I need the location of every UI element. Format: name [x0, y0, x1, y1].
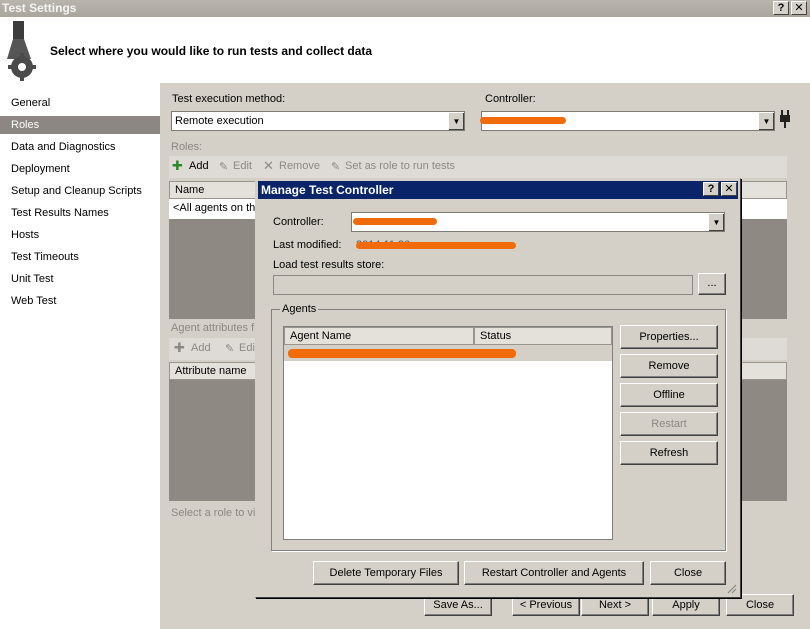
- controller-label: Controller:: [485, 93, 536, 105]
- dialog-help-button[interactable]: ?: [703, 182, 719, 196]
- refresh-button[interactable]: Refresh: [620, 441, 718, 465]
- manage-test-controller-dialog: Manage Test Controller ? ✕ Controller: ▼…: [255, 178, 741, 598]
- plug-icon[interactable]: [779, 110, 791, 128]
- sidebar-item-test-timeouts[interactable]: Test Timeouts: [0, 248, 160, 266]
- sidebar-item-deployment[interactable]: Deployment: [0, 160, 160, 178]
- exec-method-label: Test execution method:: [172, 93, 286, 105]
- edit-icon: ✎: [219, 161, 229, 173]
- sidebar-item-general[interactable]: General: [0, 94, 160, 112]
- browse-button[interactable]: ...: [698, 273, 726, 295]
- roles-label: Roles:: [171, 141, 203, 153]
- chevron-down-icon[interactable]: ▼: [448, 112, 464, 130]
- sidebar-item-test-results-names[interactable]: Test Results Names: [0, 204, 160, 222]
- sidebar-item-hosts[interactable]: Hosts: [0, 226, 160, 244]
- last-modified-label: Last modified:: [273, 239, 342, 251]
- dialog-controller-label: Controller:: [273, 216, 324, 228]
- sidebar-item-data-and-diagnostics[interactable]: Data and Diagnostics: [0, 138, 160, 156]
- table-row[interactable]: <All agents on th: [173, 202, 255, 214]
- roles-toolbar: ✚ Add ✎ Edit ✕ Remove ✎ Set as role to r…: [169, 156, 787, 178]
- test-settings-icon: [7, 21, 36, 81]
- sidebar-item-web-test[interactable]: Web Test: [0, 292, 160, 310]
- attr-edit-button[interactable]: Edi: [239, 342, 255, 354]
- edit-icon: ✎: [225, 343, 235, 355]
- redaction-mark: [480, 117, 566, 124]
- sidebar-item-roles[interactable]: Roles: [0, 116, 160, 134]
- add-icon: ✚: [174, 340, 185, 355]
- dialog-title: Manage Test Controller: [258, 181, 738, 199]
- properties-button[interactable]: Properties...: [620, 325, 718, 349]
- load-store-label: Load test results store:: [273, 259, 385, 271]
- redaction-mark: [356, 242, 516, 249]
- sidebar-item-setup-cleanup-scripts[interactable]: Setup and Cleanup Scripts: [0, 182, 160, 200]
- restart-controller-agents-button[interactable]: Restart Controller and Agents: [464, 561, 644, 585]
- chevron-down-icon[interactable]: ▼: [708, 213, 724, 231]
- dialog-close-icon[interactable]: ✕: [721, 182, 737, 196]
- add-icon: ✚: [172, 158, 183, 173]
- dialog-close-button[interactable]: Close: [650, 561, 726, 585]
- delete-temp-files-button[interactable]: Delete Temporary Files: [313, 561, 459, 585]
- sidebar-item-unit-test[interactable]: Unit Test: [0, 270, 160, 288]
- roles-remove-button[interactable]: Remove: [279, 160, 320, 172]
- set-role-button[interactable]: Set as role to run tests: [345, 160, 455, 172]
- status-column-header[interactable]: Status: [474, 327, 612, 345]
- redaction-mark: [288, 349, 516, 358]
- exec-method-value: Remote execution: [175, 115, 264, 127]
- sidebar: General Roles Data and Diagnostics Deplo…: [0, 83, 160, 629]
- set-role-icon: ✎: [331, 161, 341, 173]
- remove-button[interactable]: Remove: [620, 354, 718, 378]
- help-button[interactable]: ?: [773, 1, 789, 15]
- agent-attributes-label: Agent attributes f: [171, 322, 255, 334]
- remove-icon: ✕: [263, 158, 274, 173]
- chevron-down-icon[interactable]: ▼: [758, 112, 774, 130]
- load-store-input[interactable]: [273, 275, 693, 295]
- window-title: Test Settings: [0, 0, 810, 17]
- offline-button[interactable]: Offline: [620, 383, 718, 407]
- redaction-mark: [353, 218, 437, 225]
- hint-text: Select a role to vi: [171, 507, 256, 519]
- attr-add-button[interactable]: Add: [191, 342, 211, 354]
- restart-button[interactable]: Restart: [620, 412, 718, 436]
- agent-name-column-header[interactable]: Agent Name: [284, 327, 474, 345]
- agents-group-label: Agents: [280, 303, 319, 315]
- roles-edit-button[interactable]: Edit: [233, 160, 252, 172]
- exec-method-select[interactable]: Remote execution ▼: [171, 111, 465, 131]
- resize-grip-icon[interactable]: [725, 582, 737, 594]
- window-close-button[interactable]: ✕: [791, 1, 807, 15]
- roles-add-button[interactable]: Add: [189, 160, 209, 172]
- header-text: Select where you would like to run tests…: [50, 44, 373, 58]
